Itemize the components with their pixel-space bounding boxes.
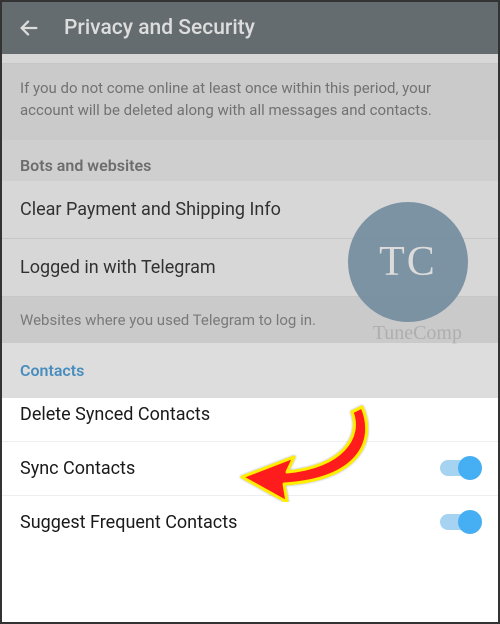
section-header-contacts: Contacts xyxy=(2,343,498,388)
section-header-bots: Bots and websites xyxy=(2,140,498,181)
logged-in-label: Logged in with Telegram xyxy=(20,257,216,278)
partial-previous-item xyxy=(2,54,498,64)
sync-contacts-label: Sync Contacts xyxy=(20,458,135,479)
sync-contacts-item[interactable]: Sync Contacts xyxy=(2,442,498,496)
clear-payment-label: Clear Payment and Shipping Info xyxy=(20,199,281,220)
contacts-section: Contacts Delete Synced Contacts Sync Con… xyxy=(2,343,498,549)
page-title: Privacy and Security xyxy=(64,16,255,40)
delete-synced-label: Delete Synced Contacts xyxy=(20,404,210,425)
inactivity-note: If you do not come online at least once … xyxy=(2,64,498,140)
suggest-frequent-toggle[interactable] xyxy=(440,514,480,530)
watermark-text: TuneComp xyxy=(373,322,462,345)
app-header: Privacy and Security xyxy=(2,2,498,54)
suggest-frequent-item[interactable]: Suggest Frequent Contacts xyxy=(2,496,498,549)
watermark-logo: TC xyxy=(348,202,468,322)
back-arrow-icon[interactable] xyxy=(18,17,40,39)
sync-contacts-toggle[interactable] xyxy=(440,460,480,476)
suggest-frequent-label: Suggest Frequent Contacts xyxy=(20,512,237,533)
watermark-logo-text: TC xyxy=(379,238,437,286)
delete-synced-contacts-item[interactable]: Delete Synced Contacts xyxy=(2,388,498,442)
